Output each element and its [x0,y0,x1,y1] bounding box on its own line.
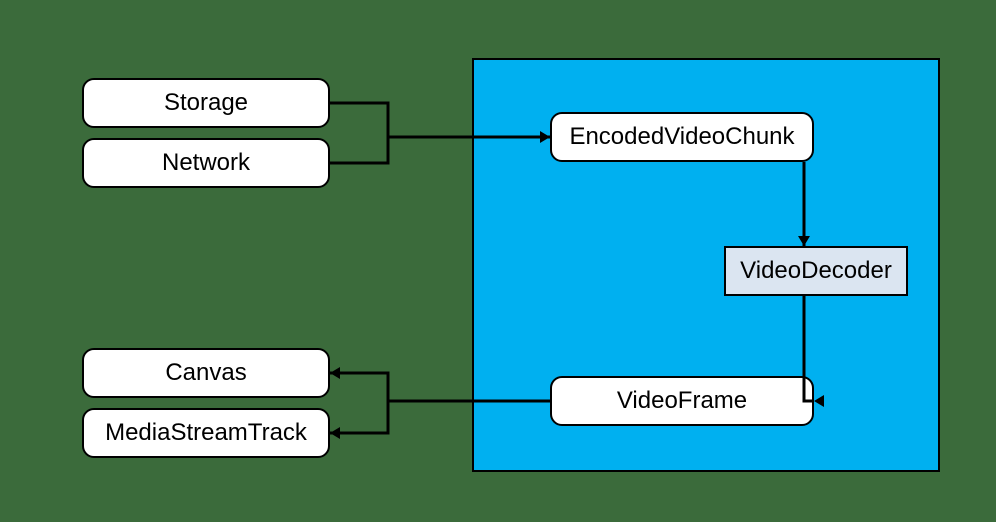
arrow-network-to-chunk [330,137,388,163]
node-network: Network [82,138,330,188]
node-label: EncodedVideoChunk [569,123,794,151]
node-label: Network [162,149,250,177]
node-label: VideoFrame [617,387,747,415]
node-video-decoder: VideoDecoder [724,246,908,296]
arrow-frame-to-mst [330,401,388,433]
node-storage: Storage [82,78,330,128]
node-label: VideoDecoder [740,257,892,285]
node-media-stream-track: MediaStreamTrack [82,408,330,458]
node-canvas: Canvas [82,348,330,398]
node-video-frame: VideoFrame [550,376,814,426]
node-label: Canvas [165,359,246,387]
node-encoded-video-chunk: EncodedVideoChunk [550,112,814,162]
arrowhead-icon [330,367,340,379]
arrowhead-icon [330,427,340,439]
node-label: MediaStreamTrack [105,419,307,447]
node-label: Storage [164,89,248,117]
